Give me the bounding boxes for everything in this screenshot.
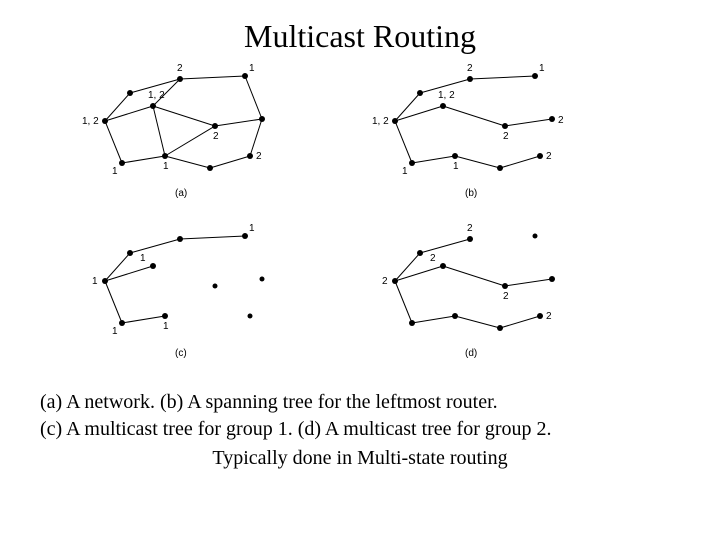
label-group: 2: [546, 151, 552, 162]
label-group: 1: [163, 321, 169, 332]
label-group: 2: [467, 223, 473, 234]
label-group: 2: [430, 253, 436, 264]
caption-line-2: Typically done in Multi-state routing: [40, 445, 680, 472]
panel-c: 1 1 1 1 1 (c): [92, 223, 265, 359]
panel-label-b: (b): [465, 188, 477, 199]
label-group: 1: [92, 276, 98, 287]
caption-line-1a: (a) A network. (b) A spanning tree for t…: [40, 389, 680, 416]
label-group: 1, 2: [372, 116, 389, 127]
label-group: 2: [503, 131, 509, 142]
label-group: 2: [558, 115, 564, 126]
label-group: 2: [382, 276, 388, 287]
panel-label-a: (a): [175, 188, 187, 199]
label-group: 1: [112, 166, 118, 177]
label-group: 1: [249, 223, 255, 234]
label-group: 2: [256, 151, 262, 162]
label-group: 2: [546, 311, 552, 322]
label-group: 2: [213, 131, 219, 142]
label-group: 2: [503, 291, 509, 302]
panel-a: 1, 2 2 1 1, 2 2 1 1 2 (a): [82, 63, 265, 199]
caption-line-1b: (c) A multicast tree for group 1. (d) A …: [40, 416, 680, 443]
label-group: 1: [402, 166, 408, 177]
page-title: Multicast Routing: [0, 18, 720, 55]
label-group: 2: [467, 63, 473, 74]
label-group: 1, 2: [82, 116, 99, 127]
label-group: 1: [163, 161, 169, 172]
label-group: 2: [177, 63, 183, 74]
label-group: 1: [539, 63, 545, 74]
label-group: 1: [140, 253, 146, 264]
diagram-figure: 1, 2 2 1 1, 2 2 1 1 2 (a) 1, 2 2 1 1,: [80, 61, 640, 381]
label-group: 1, 2: [148, 90, 165, 101]
panel-d: 2 2 2 2 2 (d): [382, 223, 555, 359]
label-group: 1, 2: [438, 90, 455, 101]
label-group: 1: [249, 63, 255, 74]
network-diagrams-svg: 1, 2 2 1 1, 2 2 1 1 2 (a) 1, 2 2 1 1,: [80, 61, 640, 381]
figure-caption: (a) A network. (b) A spanning tree for t…: [40, 389, 680, 472]
panel-label-c: (c): [175, 348, 187, 359]
label-group: 1: [453, 161, 459, 172]
label-group: 1: [112, 326, 118, 337]
panel-label-d: (d): [465, 348, 477, 359]
panel-b: 1, 2 2 1 1, 2 2 1 1 2 2 (b): [372, 63, 564, 199]
